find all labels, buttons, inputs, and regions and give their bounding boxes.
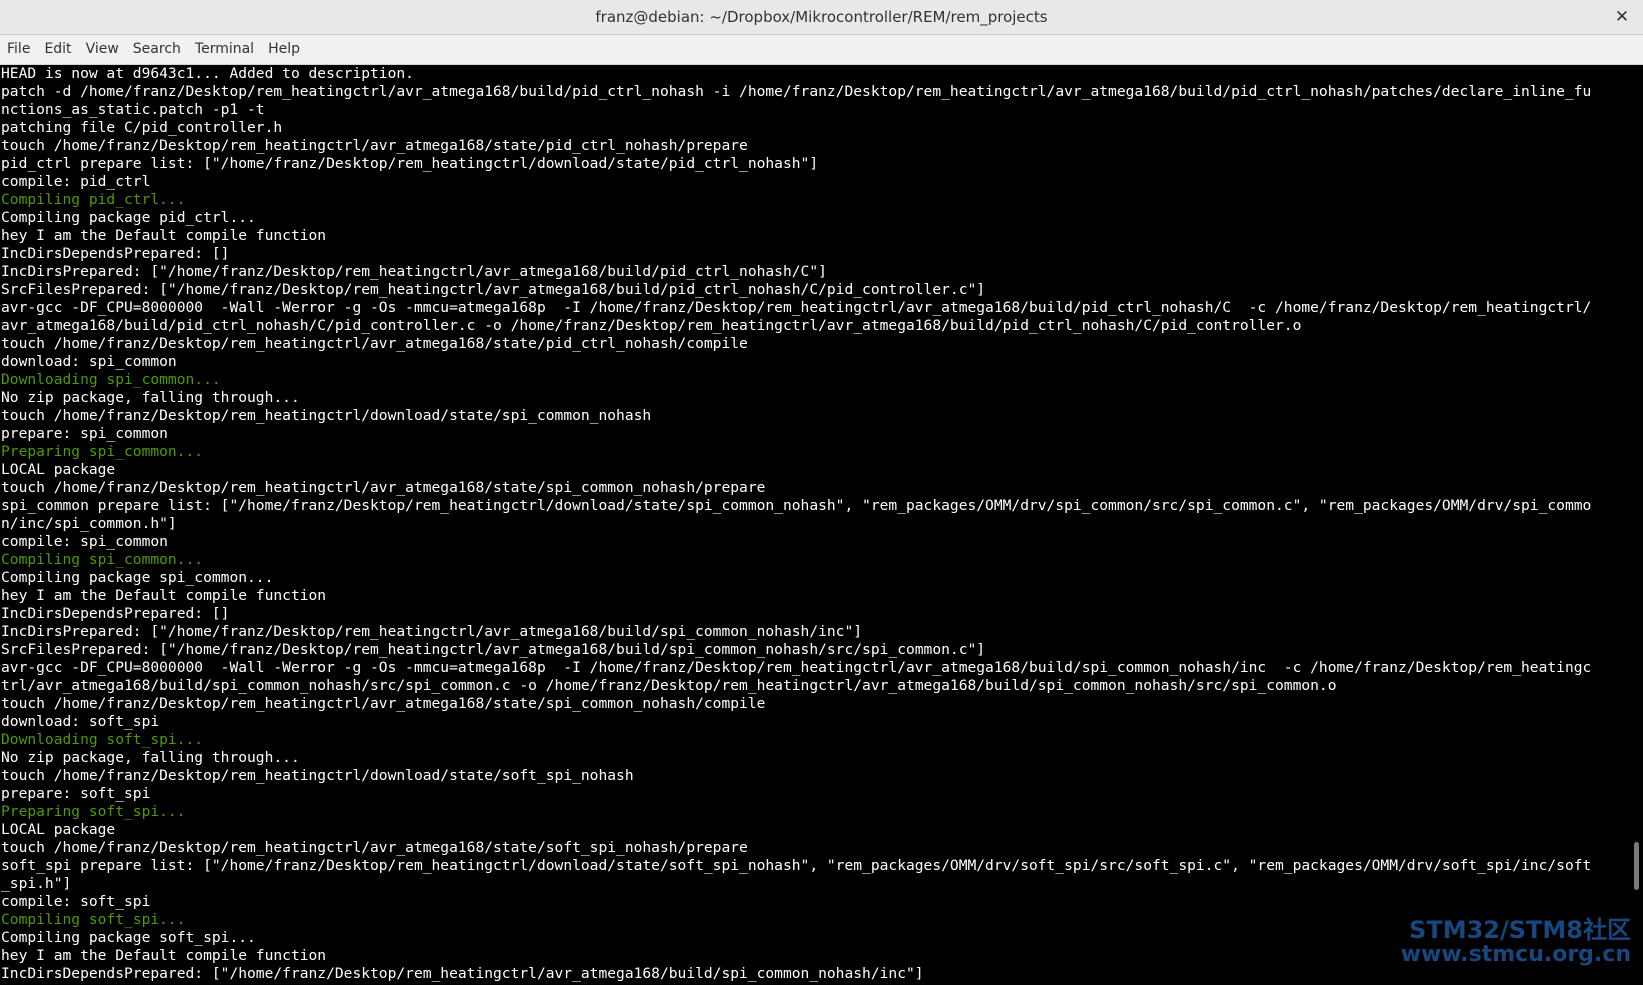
terminal-line: patch -d /home/franz/Desktop/rem_heating… — [1, 83, 1592, 100]
terminal-line: touch /home/franz/Desktop/rem_heatingctr… — [1, 407, 652, 424]
watermark-line-1: STM32/STM8社区 — [1409, 916, 1631, 944]
menu-bar: File Edit View Search Terminal Help — [0, 35, 1643, 65]
terminal-line: soft_spi prepare list: ["/home/franz/Des… — [1, 857, 1592, 874]
terminal-line: nctions_as_static.patch -p1 -t — [1, 101, 265, 118]
terminal-line: Downloading spi_common... — [1, 371, 221, 388]
terminal-line: hey I am the Default compile function — [1, 227, 327, 244]
terminal-line: Preparing soft_spi... — [1, 803, 186, 820]
terminal-line: Compiling package soft_spi... — [1, 929, 256, 946]
terminal-line: avr-gcc -DF_CPU=8000000 -Wall -Werror -g… — [1, 299, 1592, 316]
terminal-line: download: soft_spi — [1, 713, 160, 730]
terminal-line: Preparing spi_common... — [1, 443, 204, 460]
terminal-scrollbar[interactable] — [1629, 65, 1643, 985]
terminal-output[interactable]: HEAD is now at d9643c1... Added to descr… — [0, 65, 1629, 985]
menu-search[interactable]: Search — [126, 35, 188, 64]
terminal-line: hey I am the Default compile function — [1, 587, 327, 604]
terminal-line: IncDirsPrepared: ["/home/franz/Desktop/r… — [1, 263, 827, 280]
menu-help[interactable]: Help — [261, 35, 307, 64]
menu-file[interactable]: File — [0, 35, 37, 64]
terminal-line: prepare: spi_common — [1, 425, 168, 442]
terminal-line: Compiling spi_common... — [1, 551, 204, 568]
menu-edit[interactable]: Edit — [37, 35, 78, 64]
terminal-line: download: spi_common — [1, 353, 177, 370]
terminal-line: touch /home/franz/Desktop/rem_heatingctr… — [1, 335, 748, 352]
scrollbar-thumb[interactable] — [1634, 842, 1639, 890]
terminal-line: touch /home/franz/Desktop/rem_heatingctr… — [1, 767, 634, 784]
terminal-line: prepare: soft_spi — [1, 785, 151, 802]
terminal-line: compile: spi_common — [1, 533, 168, 550]
terminal-line: touch /home/franz/Desktop/rem_heatingctr… — [1, 137, 748, 154]
terminal-line: avr-gcc -DF_CPU=8000000 -Wall -Werror -g… — [1, 659, 1592, 676]
terminal-line: Compiling pid_ctrl... — [1, 191, 186, 208]
close-icon[interactable]: ✕ — [1611, 0, 1633, 35]
terminal-line: touch /home/franz/Desktop/rem_heatingctr… — [1, 695, 766, 712]
terminal-line: HEAD is now at d9643c1... Added to descr… — [1, 65, 414, 82]
terminal-line: No zip package, falling through... — [1, 749, 300, 766]
watermark-line-2: www.stmcu.org.cn — [1400, 942, 1631, 967]
terminal-line: IncDirsPrepared: ["/home/franz/Desktop/r… — [1, 623, 863, 640]
terminal-line: Downloading soft_spi... — [1, 731, 204, 748]
terminal-line: avr_atmega168/build/pid_ctrl_nohash/C/pi… — [1, 317, 1302, 334]
terminal-line: touch /home/franz/Desktop/rem_heatingctr… — [1, 839, 748, 856]
terminal-line: compile: soft_spi — [1, 893, 151, 910]
menu-view[interactable]: View — [79, 35, 126, 64]
terminal-line: spi_common prepare list: ["/home/franz/D… — [1, 497, 1592, 514]
terminal-line: IncDirsDependsPrepared: ["/home/franz/De… — [1, 965, 924, 982]
window-title: franz@debian: ~/Dropbox/Mikrocontroller/… — [595, 8, 1048, 26]
terminal-line: pid_ctrl prepare list: ["/home/franz/Des… — [1, 155, 819, 172]
terminal-line: LOCAL package — [1, 461, 116, 478]
terminal-line: Compiling soft_spi... — [1, 911, 186, 928]
terminal-line: SrcFilesPrepared: ["/home/franz/Desktop/… — [1, 641, 986, 658]
terminal-line: n/inc/spi_common.h"] — [1, 515, 177, 532]
window-titlebar[interactable]: franz@debian: ~/Dropbox/Mikrocontroller/… — [0, 0, 1643, 35]
terminal-line: hey I am the Default compile function — [1, 947, 327, 964]
terminal-line: patching file C/pid_controller.h — [1, 119, 283, 136]
terminal-line: Compiling package pid_ctrl... — [1, 209, 256, 226]
watermark: STM32/STM8社区 www.stmcu.org.cn — [1401, 917, 1631, 967]
terminal-line: SrcFilesPrepared: ["/home/franz/Desktop/… — [1, 281, 986, 298]
terminal-line: No zip package, falling through... — [1, 389, 300, 406]
terminal-line: _spi.h"] — [1, 875, 72, 892]
terminal-line: trl/avr_atmega168/build/spi_common_nohas… — [1, 677, 1337, 694]
terminal-line: IncDirsDependsPrepared: [] — [1, 605, 230, 622]
terminal-line: compile: pid_ctrl — [1, 173, 151, 190]
terminal-line: touch /home/franz/Desktop/rem_heatingctr… — [1, 479, 766, 496]
terminal-line: Compiling package spi_common... — [1, 569, 274, 586]
terminal-line: LOCAL package — [1, 821, 116, 838]
menu-terminal[interactable]: Terminal — [188, 35, 261, 64]
terminal-line: IncDirsDependsPrepared: [] — [1, 245, 230, 262]
